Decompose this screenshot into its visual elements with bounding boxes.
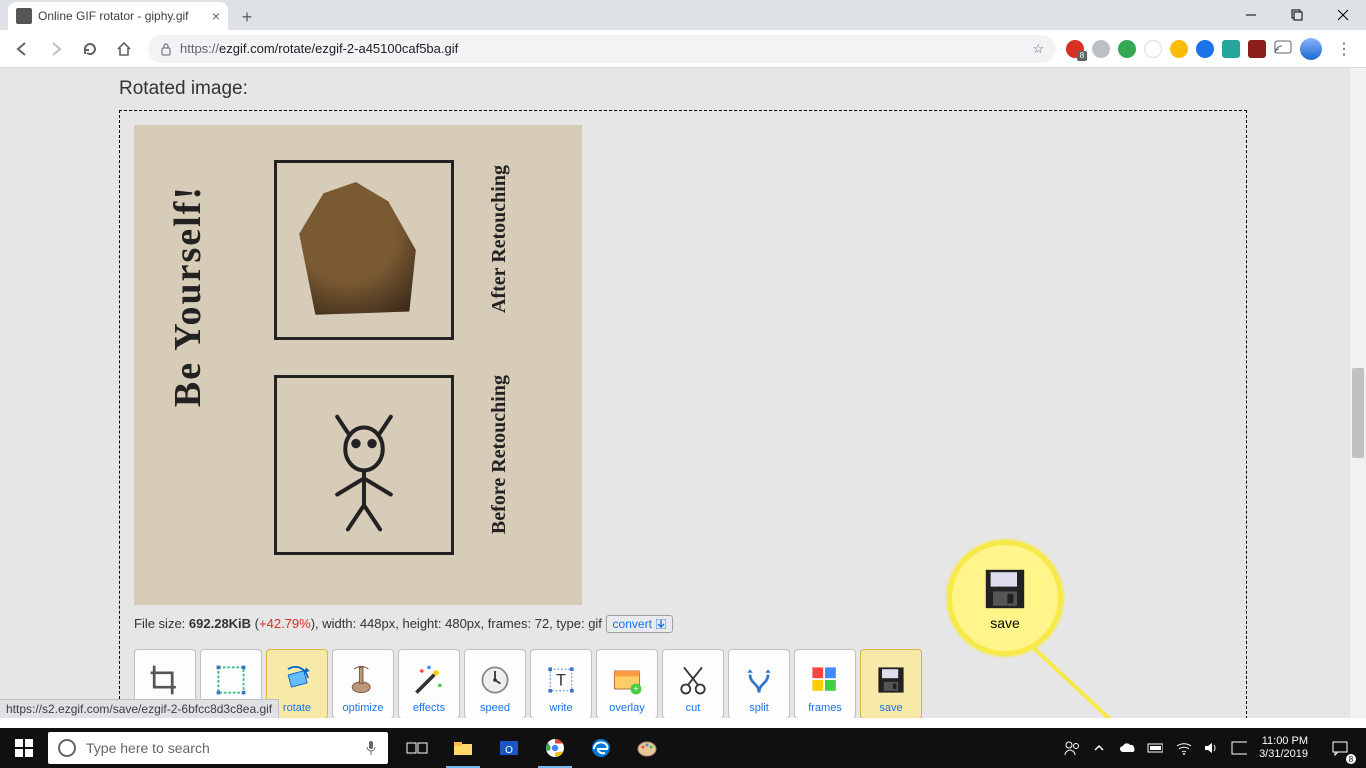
taskbar-clock[interactable]: 11:00 PM 3/31/2019 xyxy=(1259,735,1308,761)
extension-icon[interactable] xyxy=(1092,40,1110,58)
taskbar-search[interactable]: Type here to search xyxy=(48,732,388,764)
new-tab-button[interactable]: + xyxy=(234,4,260,30)
speed-button[interactable]: speed xyxy=(464,649,526,718)
file-info-text: File size: 692.28KiB (+42.79%), width: 4… xyxy=(134,605,1232,645)
url-text: https://ezgif.com/rotate/ezgif-2-a45100c… xyxy=(180,41,458,56)
overlay-button[interactable]: +overlay xyxy=(596,649,658,718)
vertical-scrollbar[interactable] xyxy=(1350,68,1366,718)
gif-panel-before xyxy=(274,375,454,555)
forward-button[interactable] xyxy=(42,35,70,63)
edge-icon[interactable] xyxy=(578,728,624,768)
write-button[interactable]: Twrite xyxy=(530,649,592,718)
tab-title: Online GIF rotator - giphy.gif xyxy=(38,9,206,23)
browser-titlebar: Online GIF rotator - giphy.gif × + xyxy=(0,0,1366,30)
extension-icon[interactable] xyxy=(1144,40,1162,58)
result-container: Be Yourself! After Retouching Before Ret… xyxy=(119,110,1247,718)
maximize-button[interactable] xyxy=(1274,0,1320,30)
minimize-button[interactable] xyxy=(1228,0,1274,30)
annotation-callout-save: save xyxy=(947,540,1063,656)
browser-tab[interactable]: Online GIF rotator - giphy.gif × xyxy=(8,2,228,30)
window-controls xyxy=(1228,0,1366,30)
wifi-icon[interactable] xyxy=(1175,740,1191,756)
task-view-icon[interactable] xyxy=(394,728,440,768)
extension-icon[interactable] xyxy=(1196,40,1214,58)
frames-button[interactable]: frames xyxy=(794,649,856,718)
svg-text:O: O xyxy=(505,745,513,756)
tray-chevron-icon[interactable] xyxy=(1091,740,1107,756)
close-window-button[interactable] xyxy=(1320,0,1366,30)
extension-icon[interactable] xyxy=(1170,40,1188,58)
close-tab-icon[interactable]: × xyxy=(212,8,220,24)
cortana-icon xyxy=(58,739,76,757)
taskbar-apps: O xyxy=(394,728,670,768)
split-button[interactable]: split xyxy=(728,649,790,718)
system-tray: 11:00 PM 3/31/2019 xyxy=(1063,728,1366,768)
extension-icon[interactable] xyxy=(1222,40,1240,58)
extension-icon[interactable] xyxy=(1248,40,1266,58)
lock-icon xyxy=(160,42,172,56)
svg-text:+: + xyxy=(633,684,638,694)
gif-label-after: After Retouching xyxy=(488,165,510,313)
status-bar-url: https://s2.ezgif.com/save/ezgif-2-6bfcc8… xyxy=(0,699,279,718)
mic-icon[interactable] xyxy=(364,739,378,757)
page-viewport: Rotated image: Be Yourself! After Retouc… xyxy=(0,68,1366,718)
rotated-gif-preview: Be Yourself! After Retouching Before Ret… xyxy=(134,125,582,605)
address-bar[interactable]: https://ezgif.com/rotate/ezgif-2-a45100c… xyxy=(148,35,1056,63)
chrome-menu-icon[interactable]: ⋮ xyxy=(1330,39,1358,59)
convert-button[interactable]: convert xyxy=(606,615,673,633)
extension-icons: ⋮ xyxy=(1066,38,1358,60)
volume-icon[interactable] xyxy=(1203,740,1219,756)
onedrive-icon[interactable] xyxy=(1119,740,1135,756)
cut-button[interactable]: cut xyxy=(662,649,724,718)
notification-center-icon[interactable] xyxy=(1320,728,1360,768)
browser-toolbar: https://ezgif.com/rotate/ezgif-2-a45100c… xyxy=(0,30,1366,68)
extension-icon[interactable] xyxy=(1118,40,1136,58)
home-button[interactable] xyxy=(110,35,138,63)
optimize-button[interactable]: optimize xyxy=(332,649,394,718)
tab-favicon xyxy=(16,8,32,24)
effects-button[interactable]: effects xyxy=(398,649,460,718)
save-button[interactable]: save xyxy=(860,649,922,718)
gif-panel-after xyxy=(274,160,454,340)
chrome-icon[interactable] xyxy=(532,728,578,768)
paint-icon[interactable] xyxy=(624,728,670,768)
profile-avatar[interactable] xyxy=(1300,38,1322,60)
start-button[interactable] xyxy=(0,728,48,768)
windows-taskbar: Type here to search O 11:00 PM 3/31/2019 xyxy=(0,728,1366,768)
bookmark-star-icon[interactable]: ☆ xyxy=(1032,41,1044,57)
adblock-icon[interactable] xyxy=(1066,40,1084,58)
cast-icon[interactable] xyxy=(1274,40,1292,58)
battery-icon[interactable] xyxy=(1147,740,1163,756)
callout-label: save xyxy=(990,615,1020,631)
file-explorer-icon[interactable] xyxy=(440,728,486,768)
gif-label-before: Before Retouching xyxy=(488,375,510,534)
floppy-disk-icon xyxy=(977,565,1033,613)
back-button[interactable] xyxy=(8,35,36,63)
reload-button[interactable] xyxy=(76,35,104,63)
gif-headline-text: Be Yourself! xyxy=(166,185,210,407)
search-placeholder: Type here to search xyxy=(86,740,210,756)
people-icon[interactable] xyxy=(1063,740,1079,756)
section-heading: Rotated image: xyxy=(119,68,1247,110)
language-icon[interactable] xyxy=(1231,740,1247,756)
svg-text:T: T xyxy=(556,671,566,689)
outlook-icon[interactable]: O xyxy=(486,728,532,768)
